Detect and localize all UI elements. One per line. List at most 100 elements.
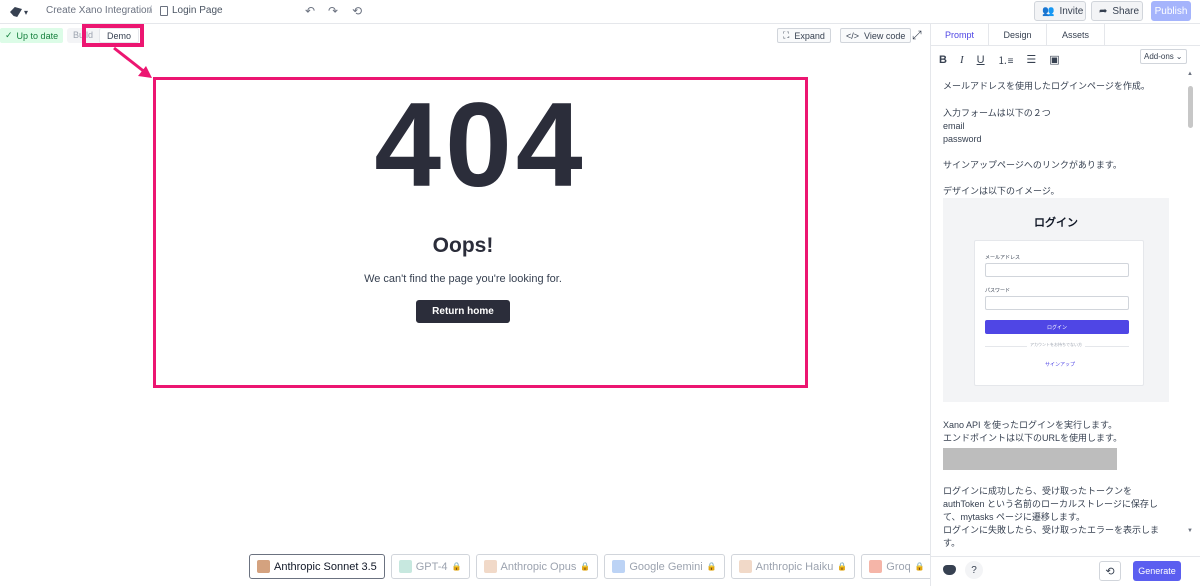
check-icon: ✓ <box>5 30 13 40</box>
breadcrumb-project[interactable]: Create Xano Integration <box>46 5 152 16</box>
share-label: Share <box>1112 5 1140 17</box>
mockup-card: メールアドレス パスワード ログイン アカウントをお持ちでない方 サインアップ <box>974 240 1144 386</box>
status-badge: ✓ Up to date <box>0 28 64 43</box>
model-label: Anthropic Opus <box>500 560 577 573</box>
reset-button[interactable]: ⟲ <box>1099 561 1121 581</box>
redacted-url <box>943 448 1117 470</box>
tab-assets[interactable]: Assets <box>1047 24 1105 46</box>
lock-icon: 🔒 <box>914 562 925 571</box>
view-code-button[interactable]: </> View code <box>840 28 912 43</box>
model-selector: Anthropic Sonnet 3.5 GPT-4 🔒 Anthropic Opus… <box>249 554 933 579</box>
discord-icon[interactable] <box>943 565 956 575</box>
redo-icon[interactable]: ↷ <box>328 4 338 18</box>
model-logo-icon <box>257 560 270 573</box>
expand-icon: ⛶ <box>783 30 790 40</box>
mockup-email-field <box>985 263 1129 277</box>
status-label: Up to date <box>16 30 59 41</box>
mockup-signup-link: サインアップ <box>1044 362 1075 368</box>
mockup-login-button: ログイン <box>985 320 1129 334</box>
image-icon[interactable]: ▣ <box>1049 53 1059 66</box>
scroll-down-icon[interactable]: ▼ <box>1187 528 1193 534</box>
bold-icon[interactable]: B <box>939 54 947 66</box>
share-button[interactable]: ➦ Share <box>1091 1 1143 21</box>
mockup-password-label: パスワード <box>985 288 1011 294</box>
prompt-line: て、mytasks ページに遷移します。 <box>943 512 1085 522</box>
model-label: Anthropic Haiku <box>755 560 834 573</box>
logo-icon <box>10 7 22 17</box>
model-logo-icon <box>869 560 883 573</box>
invite-button[interactable]: 👥 Invite <box>1034 1 1086 21</box>
generate-button[interactable]: Generate <box>1133 561 1181 581</box>
users-icon: 👥 <box>1042 5 1055 17</box>
expand-button[interactable]: ⛶ Expand <box>777 28 831 43</box>
prompt-panel: Prompt Design Assets B I U ⒈≡ ☰ ▣ Add-on… <box>930 24 1200 586</box>
tab-design[interactable]: Design <box>989 24 1047 46</box>
model-logo-icon <box>398 560 412 573</box>
annotation-arrow <box>113 46 152 78</box>
italic-icon[interactable]: I <box>960 54 964 66</box>
model-label: Anthropic Sonnet 3.5 <box>274 560 377 573</box>
model-option[interactable]: GPT-4 🔒 <box>390 554 470 579</box>
prompt-line: エンドポイントは以下のURLを使用します。 <box>943 433 1123 443</box>
lock-icon: 🔒 <box>451 562 462 571</box>
model-option[interactable]: Groq 🔒 <box>861 554 933 579</box>
prompt-line: ログインに失敗したら、受け取ったエラーを表示しま <box>943 525 1160 535</box>
prompt-line: authToken という名前のローカルストレージに保存し <box>943 499 1158 509</box>
model-option[interactable]: Anthropic Sonnet 3.5 <box>249 554 385 579</box>
undo-icon[interactable]: ↶ <box>305 4 315 18</box>
refresh-icon: ⟲ <box>1105 565 1115 578</box>
panel-footer: ? ⟲ Generate <box>931 556 1200 586</box>
page-icon <box>160 5 168 16</box>
underline-icon[interactable]: U <box>977 54 985 66</box>
invite-label: Invite <box>1059 5 1084 17</box>
model-option[interactable]: Anthropic Haiku 🔒 <box>730 554 856 579</box>
scroll-thumb[interactable] <box>1188 86 1193 128</box>
fullscreen-icon[interactable]: ⤢ <box>912 28 922 43</box>
breadcrumb-separator: / <box>149 5 152 16</box>
share-icon: ➦ <box>1099 5 1108 17</box>
panel-tabs: Prompt Design Assets <box>931 24 1200 46</box>
addons-label: Add-ons <box>1144 52 1174 61</box>
prompt-line: 入力フォームは以下の２つ <box>943 108 1051 118</box>
mockup-password-field <box>985 296 1129 310</box>
app-logo-menu[interactable]: ▾ <box>10 5 32 19</box>
breadcrumb-page-label: Login Page <box>172 5 223 16</box>
lock-icon: 🔒 <box>580 562 591 571</box>
prompt-line: password <box>943 134 982 144</box>
tab-prompt[interactable]: Prompt <box>931 24 989 46</box>
mockup-title: ログイン <box>1034 217 1078 229</box>
design-mockup-image: ログイン メールアドレス パスワード ログイン アカウントをお持ちでない方 サイ… <box>943 198 1169 402</box>
prompt-line: Xano API を使ったログインを実行します。 <box>943 420 1118 430</box>
prompt-line: す。 <box>943 538 961 548</box>
publish-button[interactable]: Publish <box>1151 1 1191 21</box>
prompt-line: デザインは以下のイメージ。 <box>943 186 1060 196</box>
prompt-line: email <box>943 121 965 131</box>
history-icon[interactable]: ⟲ <box>352 4 362 18</box>
bullet-list-icon[interactable]: ☰ <box>1026 53 1036 66</box>
model-label: Groq <box>886 560 911 573</box>
scroll-up-icon[interactable]: ▲ <box>1187 71 1193 77</box>
prompt-line: サインアップページへのリンクがあります。 <box>943 160 1122 170</box>
prompt-scrollbar[interactable]: ▲ ▼ <box>1187 68 1193 538</box>
model-option[interactable]: Google Gemini 🔒 <box>604 554 725 579</box>
expand-label: Expand <box>794 30 825 41</box>
breadcrumb-page[interactable]: Login Page <box>160 5 223 16</box>
view-code-label: View code <box>864 30 906 41</box>
lock-icon: 🔒 <box>706 562 717 571</box>
chevron-down-icon: ⌄ <box>1175 52 1183 61</box>
chevron-down-icon: ▾ <box>24 7 29 17</box>
prompt-line: メールアドレスを使用したログインページを作成。 <box>943 81 1150 91</box>
prompt-line: ログインに成功したら、受け取ったトークンを <box>943 486 1133 496</box>
help-button[interactable]: ? <box>965 561 983 579</box>
highlight-box-preview <box>153 77 808 388</box>
model-label: Google Gemini <box>629 560 703 573</box>
addons-dropdown[interactable]: Add-ons ⌄ <box>1140 49 1187 64</box>
model-option[interactable]: Anthropic Opus 🔒 <box>475 554 599 579</box>
ordered-list-icon[interactable]: ⒈≡ <box>998 52 1014 67</box>
format-toolbar: B I U ⒈≡ ☰ ▣ <box>939 52 1060 68</box>
model-logo-icon <box>738 560 752 573</box>
code-icon: </> <box>846 30 860 41</box>
model-logo-icon <box>483 560 497 573</box>
highlight-box-demo <box>82 24 144 47</box>
model-label: GPT-4 <box>415 560 448 573</box>
